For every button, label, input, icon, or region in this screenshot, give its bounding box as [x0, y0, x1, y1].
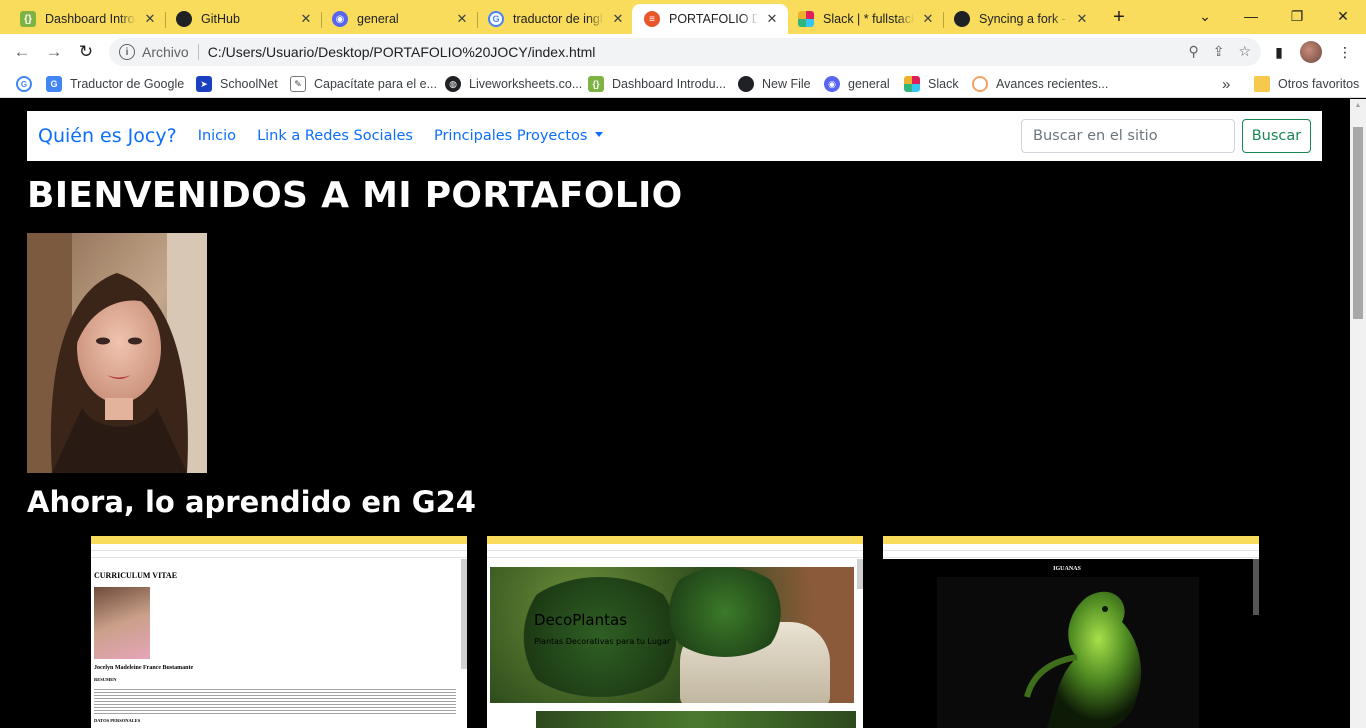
- project-card-iguanas[interactable]: IGUANAS: [883, 536, 1259, 728]
- close-window-button[interactable]: ✕: [1320, 0, 1366, 32]
- tab-title: PORTAFOLIO DE: [669, 12, 758, 26]
- dropdown-caret-icon: [595, 132, 604, 137]
- tab-discord-general[interactable]: ◉ general ✕: [320, 4, 478, 34]
- dashboard-favicon-icon: {}: [20, 11, 36, 27]
- tab-dashboard[interactable]: {} Dashboard Introc ✕: [8, 4, 166, 34]
- close-tab-icon[interactable]: ✕: [610, 11, 626, 27]
- cv-title: CURRICULUM VITAE: [94, 571, 178, 580]
- close-tab-icon[interactable]: ✕: [454, 11, 470, 27]
- slack-icon: [798, 11, 814, 27]
- forward-arrow-icon[interactable]: →: [42, 40, 66, 64]
- apps-google-icon[interactable]: G: [16, 75, 40, 93]
- github-icon: [176, 11, 192, 27]
- iguana-image: [937, 577, 1199, 728]
- cv-person-name: Jocelyn Madeleine France Bustamante: [94, 665, 194, 671]
- decoplantas-title: DecoPlantas: [534, 611, 628, 629]
- browser-tab-strip: {} Dashboard Introc ✕ GitHub ✕ ◉ general…: [0, 0, 1366, 34]
- tab-github-sync-fork[interactable]: Syncing a fork - G ✕: [942, 4, 1098, 34]
- profile-photo: [27, 233, 207, 473]
- globe-icon: ◍: [445, 76, 461, 92]
- bookmarks-bar: G G Traductor de Google ➤ SchoolNet ✎ Ca…: [0, 70, 1366, 98]
- avances-icon: [972, 76, 988, 92]
- back-arrow-icon[interactable]: ←: [10, 40, 34, 64]
- scroll-up-icon[interactable]: ▲: [1350, 99, 1366, 113]
- page-viewport: Quién es Jocy? Inicio Link a Redes Socia…: [0, 99, 1350, 728]
- bookmark-slack[interactable]: Slack: [904, 75, 959, 93]
- bookmark-dashboard[interactable]: {} Dashboard Introdu...: [588, 75, 726, 93]
- bookmark-new-file[interactable]: New File: [738, 75, 811, 93]
- bookmark-traductor[interactable]: G Traductor de Google: [46, 75, 184, 93]
- edit-doc-icon: ✎: [290, 76, 306, 92]
- folder-icon: [1254, 76, 1270, 92]
- cv-photo: [94, 587, 150, 659]
- discord-icon: ◉: [824, 76, 840, 92]
- close-tab-icon[interactable]: ✕: [1074, 11, 1090, 27]
- side-panel-icon[interactable]: ▮: [1268, 41, 1290, 63]
- close-tab-icon[interactable]: ✕: [298, 11, 314, 27]
- google-translate-icon: G: [46, 76, 62, 92]
- share-icon[interactable]: ⇪: [1213, 43, 1225, 60]
- project-card-decoplantas[interactable]: DecoPlantas Plantas Decorativas para tu …: [487, 536, 863, 728]
- tab-portafolio-active[interactable]: ≡ PORTAFOLIO DE ✕: [632, 4, 788, 34]
- cv-section-resumen: RESUMEN: [94, 677, 117, 682]
- tab-title: Dashboard Introc: [45, 12, 136, 26]
- restore-button[interactable]: ❐: [1274, 0, 1320, 32]
- site-search-input[interactable]: [1021, 119, 1235, 153]
- discord-icon: ◉: [332, 11, 348, 27]
- bookmarks-overflow-chevron[interactable]: »: [1222, 75, 1230, 93]
- page-title: BIENVENIDOS A MI PORTAFOLIO: [27, 175, 683, 216]
- tab-google-translate[interactable]: G traductor de ingl ✕: [476, 4, 634, 34]
- site-navbar: Quién es Jocy? Inicio Link a Redes Socia…: [27, 111, 1322, 161]
- bookmark-general[interactable]: ◉ general: [824, 75, 890, 93]
- other-bookmarks-folder[interactable]: Otros favoritos: [1254, 75, 1359, 93]
- decoplantas-caption: Plantas Decorativas para tu Lugar: [534, 637, 671, 646]
- tab-title: GitHub: [201, 12, 240, 26]
- nav-inicio[interactable]: Inicio: [198, 128, 236, 144]
- tab-title: Syncing a fork - G: [979, 12, 1068, 26]
- minimize-button[interactable]: —: [1228, 0, 1274, 32]
- tab-slack[interactable]: Slack | * fullstack ✕: [786, 4, 944, 34]
- github-icon: [738, 76, 754, 92]
- profile-avatar[interactable]: [1300, 41, 1322, 63]
- tab-title: general: [357, 12, 399, 26]
- nav-principales-proyectos[interactable]: Principales Proyectos: [434, 128, 604, 144]
- page-scrollbar[interactable]: ▲: [1350, 99, 1366, 728]
- schoolnet-icon: ➤: [196, 76, 212, 92]
- decoplantas-hero-image: [490, 567, 854, 703]
- tab-title: traductor de ingl: [513, 12, 603, 26]
- bookmark-liveworksheets[interactable]: ◍ Liveworksheets.co...: [445, 75, 582, 93]
- iguanas-title: IGUANAS: [1053, 566, 1081, 572]
- bookmark-capacitate[interactable]: ✎ Capacítate para el e...: [290, 75, 437, 93]
- bookmark-schoolnet[interactable]: ➤ SchoolNet: [196, 75, 278, 93]
- address-bar[interactable]: i Archivo C:/Users/Usuario/Desktop/PORTA…: [109, 38, 1261, 66]
- portfolio-favicon-icon: ≡: [644, 11, 660, 27]
- cv-section-datos: DATOS PERSONALES: [94, 718, 141, 723]
- tab-title: Slack | * fullstack: [823, 12, 914, 26]
- project-card-curriculum[interactable]: CURRICULUM VITAE Jocelyn Madeleine Franc…: [91, 536, 467, 728]
- nav-redes-sociales[interactable]: Link a Redes Sociales: [257, 128, 413, 144]
- section-heading: Ahora, lo aprendido en G24: [27, 485, 476, 519]
- tab-search-chevron-icon[interactable]: ⌄: [1182, 0, 1228, 32]
- scrollbar-thumb[interactable]: [1353, 127, 1363, 319]
- github-icon: [954, 11, 970, 27]
- kebab-menu-icon[interactable]: ⋮: [1334, 41, 1356, 63]
- site-search-button[interactable]: Buscar: [1242, 119, 1311, 153]
- close-tab-icon[interactable]: ✕: [920, 11, 936, 27]
- close-tab-icon[interactable]: ✕: [764, 11, 780, 27]
- close-tab-icon[interactable]: ✕: [142, 11, 158, 27]
- tab-github[interactable]: GitHub ✕: [164, 4, 322, 34]
- new-tab-button[interactable]: +: [1108, 7, 1130, 29]
- dashboard-favicon-icon: {}: [588, 76, 604, 92]
- info-icon[interactable]: i: [119, 44, 135, 60]
- bookmark-avances[interactable]: Avances recientes...: [972, 75, 1108, 93]
- address-scheme: Archivo: [142, 44, 189, 60]
- slack-icon: [904, 76, 920, 92]
- reload-icon[interactable]: ↻: [74, 40, 98, 64]
- browser-toolbar: ← → ↻ i Archivo C:/Users/Usuario/Desktop…: [0, 34, 1366, 70]
- bookmark-star-icon[interactable]: ☆: [1238, 43, 1251, 60]
- navbar-brand[interactable]: Quién es Jocy?: [38, 125, 177, 147]
- google-icon: G: [488, 11, 504, 27]
- address-url[interactable]: C:/Users/Usuario/Desktop/PORTAFOLIO%20JO…: [208, 44, 596, 60]
- zoom-icon[interactable]: ⚲: [1188, 43, 1198, 60]
